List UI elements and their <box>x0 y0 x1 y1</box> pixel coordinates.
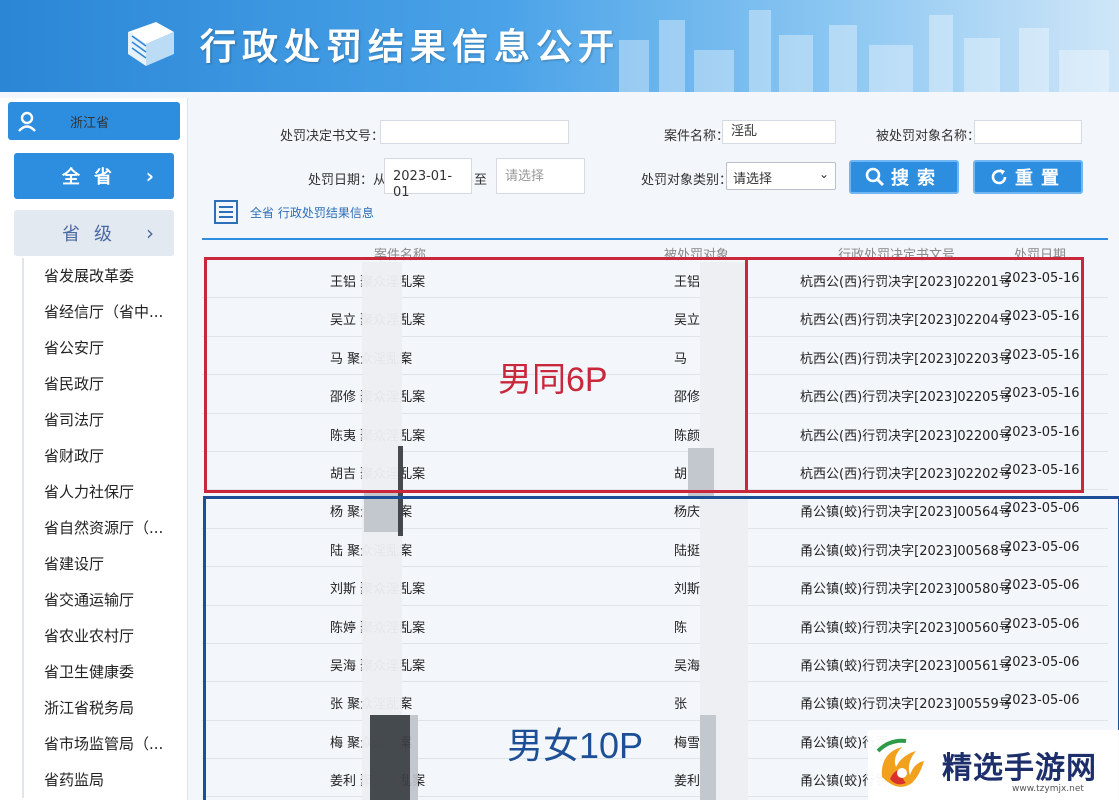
case-name-input[interactable]: 淫乱 <box>722 120 836 144</box>
doc-cell: 杭西公(西)行罚决字[2023]02205号 <box>800 390 1012 406</box>
reset-button[interactable]: 重置 <box>973 160 1083 194</box>
sidebar-item-dept[interactable]: 省经信厅（省中... <box>24 294 186 330</box>
sidebar-item-dept[interactable]: 省药监局 <box>24 762 186 798</box>
date-cell: 2023-05-16 <box>1004 271 1080 286</box>
target-name-input[interactable] <box>974 120 1082 144</box>
sidebar-item-dept[interactable]: 省自然资源厅（... <box>24 510 186 546</box>
target-type-label: 处罚对象类别： <box>641 173 733 188</box>
sidebar-item-dept[interactable]: 省交通运输厅 <box>24 582 186 618</box>
target-name-label: 被处罚对象名称： <box>876 129 981 144</box>
watermark-url: www.tzymjx.net <box>1012 784 1084 794</box>
date-label: 处罚日期：从 <box>308 173 387 188</box>
all-province-button[interactable]: 全省 › <box>14 153 174 199</box>
city-skyline-graphic <box>619 10 1109 92</box>
sidebar-item-dept[interactable]: 省市场监管局（... <box>24 726 186 762</box>
reset-button-label: 重置 <box>1015 168 1067 189</box>
province-selector[interactable]: 浙江省 <box>8 102 180 140</box>
chevron-right-icon: › <box>145 164 154 188</box>
sidebar-item-dept[interactable]: 浙江省税务局 <box>24 690 186 726</box>
doc-cell: 杭西公(西)行罚决字[2023]02201号 <box>800 275 1012 290</box>
date-cell: 2023-05-16 <box>1004 347 1080 363</box>
search-icon <box>865 167 885 187</box>
sidebar-item-dept[interactable]: 省财政厅 <box>24 438 186 474</box>
search-button-label: 搜索 <box>891 168 943 189</box>
sidebar-item-dept[interactable]: 省司法厅 <box>24 402 186 438</box>
annotation-label-red: 男同6P <box>498 361 608 399</box>
page-title: 行政处罚结果信息公开 <box>200 27 621 68</box>
sidebar: 浙江省 全省 › 省级 › 省发展改革委 省经信厅（省中... 省公安厅 省民政… <box>0 98 188 800</box>
province-label: 浙江省 <box>70 115 110 131</box>
date-cell: 2023-05-16 <box>1004 424 1080 440</box>
document-list-icon <box>214 200 238 224</box>
sidebar-item-dept[interactable]: 省人力社保厅 <box>24 474 186 510</box>
date-cell: 2023-05-16 <box>1004 462 1080 478</box>
annotation-label-blue: 男女10P <box>507 725 644 766</box>
department-list: 省发展改革委 省经信厅（省中... 省公安厅 省民政厅 省司法厅 省财政厅 省人… <box>22 258 186 798</box>
annotation-box-red-edge <box>748 490 1084 493</box>
date-cell: 2023-05-16 <box>1004 386 1080 402</box>
doc-cell: 杭西公(西)行罚决字[2023]02204号 <box>800 313 1012 329</box>
user-location-icon <box>18 111 36 132</box>
doc-cell: 杭西公(西)行罚决字[2023]02200号 <box>800 428 1012 444</box>
doc-no-label: 处罚决定书文号： <box>280 129 385 144</box>
sidebar-item-dept[interactable]: 省卫生健康委 <box>24 654 186 690</box>
watermark-logo-icon <box>876 738 924 787</box>
header-banner: 行政处罚结果信息公开 <box>0 0 1119 92</box>
target-type-select[interactable]: 请选择 ⌄ <box>726 162 836 190</box>
date-from-input[interactable]: 2023-01-01 <box>384 158 472 200</box>
book-logo-icon <box>128 22 174 66</box>
provincial-level-label: 省级 <box>62 224 126 245</box>
chevron-down-icon: ⌄ <box>818 167 829 181</box>
sidebar-item-dept[interactable]: 省公安厅 <box>24 330 186 366</box>
sidebar-item-dept[interactable]: 省民政厅 <box>24 366 186 402</box>
doc-no-input[interactable] <box>380 120 569 144</box>
doc-cell: 杭西公(西)行罚决字[2023]02202号 <box>800 466 1012 482</box>
sidebar-item-dept[interactable]: 省建设厅 <box>24 546 186 582</box>
annotation-box-red-edge <box>1081 257 1084 493</box>
target-type-value: 请选择 <box>733 172 773 187</box>
sidebar-item-dept[interactable]: 省农业农村厅 <box>24 618 186 654</box>
date-to-input[interactable]: 请选择 <box>496 158 585 194</box>
provincial-level-button[interactable]: 省级 › <box>14 210 174 256</box>
date-to-label: 至 <box>474 173 488 188</box>
date-cell: 2023-05-16 <box>1004 309 1080 325</box>
sidebar-item-dept[interactable]: 省发展改革委 <box>24 258 186 294</box>
annotation-box-red-edge <box>748 257 1084 260</box>
breadcrumb: 全省 行政处罚结果信息 <box>212 198 374 226</box>
annotation-box-red <box>204 257 748 493</box>
refresh-icon <box>991 169 1007 185</box>
case-name-label: 案件名称： <box>664 129 730 144</box>
watermark-name: 精选手游网 <box>942 751 1097 786</box>
all-province-label: 全省 <box>62 167 126 188</box>
breadcrumb-text: 全省 行政处罚结果信息 <box>250 205 374 220</box>
chevron-right-icon: › <box>146 221 154 245</box>
search-button[interactable]: 搜索 <box>849 160 959 194</box>
doc-cell: 杭西公(西)行罚决字[2023]02203号 <box>800 351 1012 367</box>
